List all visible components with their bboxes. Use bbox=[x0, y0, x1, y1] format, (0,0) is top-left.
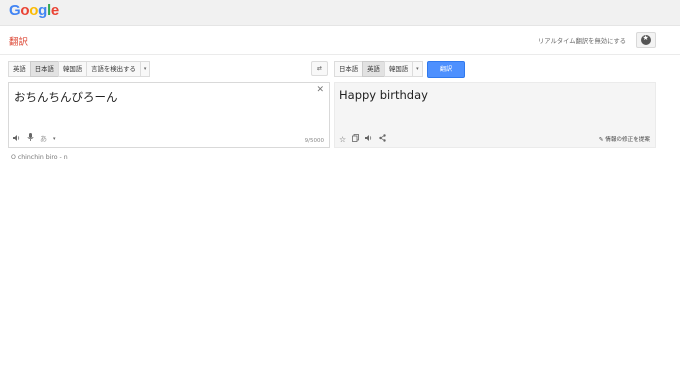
pencil-icon: ✎ bbox=[598, 137, 604, 143]
source-lang-japanese[interactable]: 日本語 bbox=[29, 61, 59, 77]
chevron-down-icon[interactable]: ▾ bbox=[53, 136, 56, 142]
source-text-box[interactable]: おちんちんびろーん ✕ あ ▾ 9/5000 bbox=[8, 82, 330, 148]
instant-translation-toggle[interactable]: リアルタイム翻訳を無効にする bbox=[538, 36, 626, 45]
google-logo[interactable]: Google bbox=[9, 2, 59, 19]
character-count: 9/5000 bbox=[304, 138, 324, 144]
source-text[interactable]: おちんちんびろーん bbox=[14, 89, 118, 105]
swap-icon: ⇄ bbox=[316, 65, 323, 72]
clear-icon[interactable]: ✕ bbox=[316, 85, 324, 95]
star-circle-icon bbox=[641, 34, 651, 45]
copy-icon[interactable] bbox=[352, 134, 360, 144]
star-icon[interactable]: ☆ bbox=[339, 135, 346, 144]
logo-letter: G bbox=[9, 2, 21, 19]
logo-letter: g bbox=[38, 2, 47, 19]
target-lang-english[interactable]: 英語 bbox=[362, 61, 385, 77]
source-lang-dropdown-icon[interactable]: ▾ bbox=[139, 61, 151, 77]
phrasebook-button[interactable] bbox=[636, 32, 656, 48]
suggest-edit-label: 情報の修正を提案 bbox=[605, 137, 650, 143]
target-lang-korean[interactable]: 韓国語 bbox=[383, 61, 414, 77]
transliteration: O chinchin biro - n bbox=[11, 154, 68, 161]
app-header: 翻訳 リアルタイム翻訳を無効にする bbox=[0, 26, 680, 55]
suggest-edit-link[interactable]: ✎ 情報の修正を提案 bbox=[599, 135, 650, 143]
logo-letter: e bbox=[50, 2, 59, 19]
share-icon[interactable] bbox=[379, 134, 386, 144]
page-title: 翻訳 bbox=[9, 37, 29, 48]
source-tools: あ ▾ bbox=[13, 133, 56, 144]
source-lang-korean[interactable]: 韓国語 bbox=[57, 61, 88, 77]
target-lang-japanese[interactable]: 日本語 bbox=[334, 61, 364, 77]
source-lang-detect[interactable]: 言語を検出する bbox=[86, 61, 141, 77]
microphone-icon[interactable] bbox=[27, 133, 34, 144]
input-tool-icon[interactable]: あ bbox=[40, 134, 47, 144]
source-language-bar: 英語 日本語 韓国語 言語を検出する ▾ bbox=[8, 61, 151, 77]
translated-text: Happy birthday bbox=[339, 88, 428, 102]
logo-letter: o bbox=[29, 2, 39, 19]
swap-languages-button[interactable]: ⇄ bbox=[311, 61, 328, 76]
target-language-bar: 日本語 英語 韓国語 ▾ bbox=[334, 61, 423, 77]
translate-button[interactable]: 翻訳 bbox=[427, 61, 465, 78]
top-bar: Google bbox=[0, 0, 680, 26]
result-tools: ☆ bbox=[339, 134, 386, 144]
logo-letter: o bbox=[20, 2, 30, 19]
source-lang-english[interactable]: 英語 bbox=[8, 61, 31, 77]
speaker-icon[interactable] bbox=[365, 134, 373, 144]
target-lang-dropdown-icon[interactable]: ▾ bbox=[412, 61, 423, 77]
translation-result-box: Happy birthday ☆ ✎ 情報の修正を提案 bbox=[334, 82, 656, 148]
speaker-icon[interactable] bbox=[13, 134, 21, 144]
